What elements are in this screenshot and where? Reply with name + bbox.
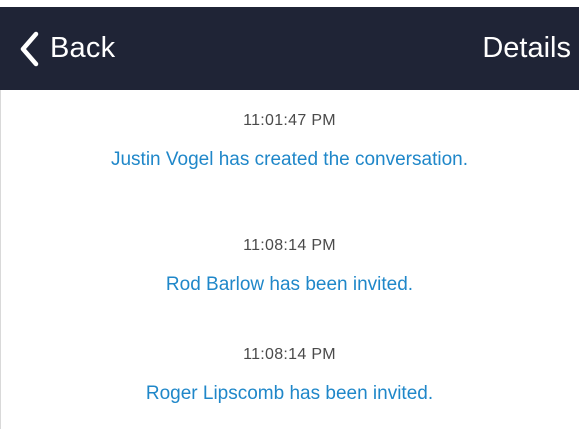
event-message[interactable]: Roger Lipscomb has been invited. [0,383,579,405]
event-message[interactable]: Justin Vogel has created the conversatio… [0,149,579,171]
screen: Back Details 11:01:47 PM Justin Vogel ha… [0,0,579,429]
navigation-bar: Back Details [0,7,579,90]
list-item: 11:08:14 PM Roger Lipscomb has been invi… [0,346,579,405]
event-timestamp: 11:08:14 PM [243,346,336,363]
chevron-left-icon [20,31,39,66]
event-timestamp: 11:08:14 PM [243,237,336,254]
list-item: 11:01:47 PM Justin Vogel has created the… [0,112,579,171]
list-item: 11:08:14 PM Rod Barlow has been invited. [0,237,579,296]
back-label: Back [50,32,116,64]
event-message[interactable]: Rod Barlow has been invited. [0,274,579,296]
back-button[interactable]: Back [18,7,115,90]
event-timestamp: 11:01:47 PM [243,112,336,129]
status-strip [0,0,579,7]
details-button[interactable]: Details [482,7,571,90]
